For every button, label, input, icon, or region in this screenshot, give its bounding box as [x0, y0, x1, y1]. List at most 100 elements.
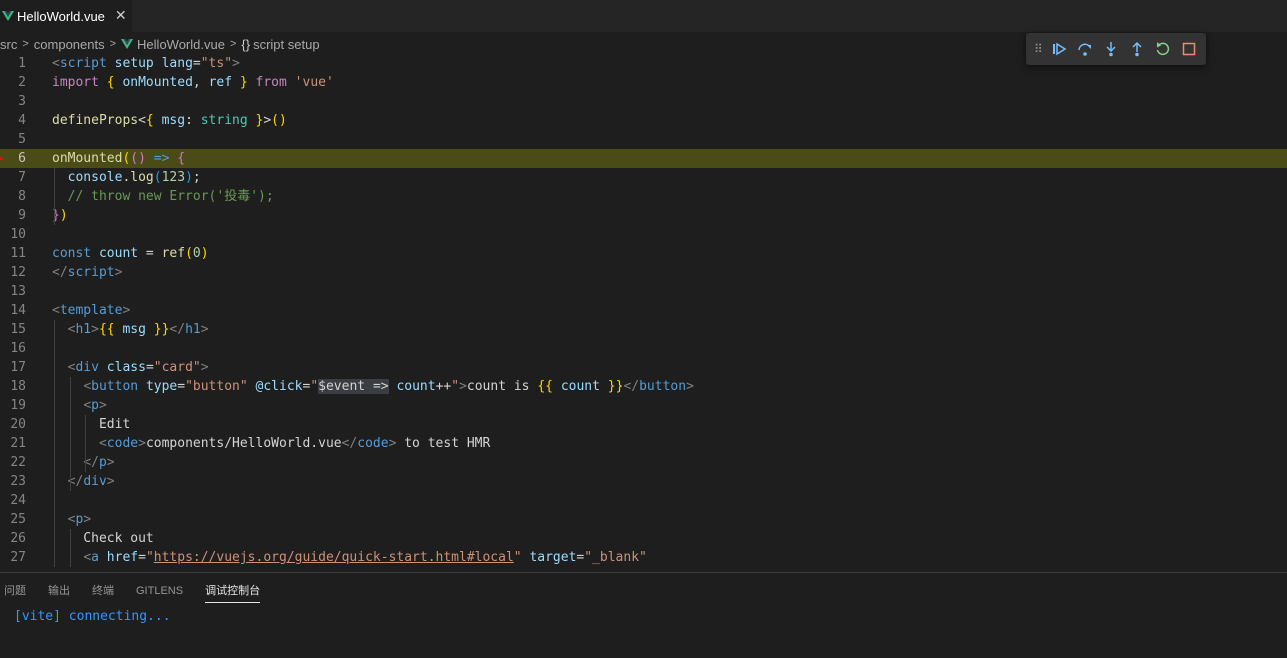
code-token: " — [451, 379, 460, 394]
code-line[interactable]: 17 <div class="card"> — [0, 358, 1287, 377]
code-token: Check out — [52, 531, 154, 546]
code-token: defineProps — [52, 113, 139, 128]
code-token: h1 — [185, 322, 201, 337]
code-line[interactable]: 12 </script> — [0, 263, 1287, 282]
code-line[interactable]: 20 Edit — [0, 415, 1287, 434]
code-line[interactable]: 8 // throw new Error('投毒'); — [0, 187, 1287, 206]
code-text: Check out — [52, 529, 154, 548]
line-number: 5 — [18, 132, 26, 147]
line-number: 12 — [10, 265, 26, 280]
code-line[interactable]: 1 <script setup lang="ts"> — [0, 54, 1287, 73]
code-editor[interactable]: 1 <script setup lang="ts"> 2 import { onMou… — [0, 54, 1287, 572]
code-token: > — [114, 265, 123, 280]
code-text: <div class="card"> — [52, 358, 209, 377]
code-token: > — [232, 56, 240, 71]
code-token: < — [52, 303, 60, 318]
code-line[interactable]: 15 <h1>{{ msg }}</h1> — [0, 320, 1287, 339]
code-token: count — [396, 379, 436, 394]
close-icon[interactable]: ✕ — [115, 8, 127, 24]
code-token: = — [145, 360, 154, 375]
code-line[interactable]: 13 — [0, 282, 1287, 301]
line-number: 21 — [10, 436, 26, 451]
code-line[interactable]: 5 — [0, 130, 1287, 149]
code-line[interactable]: 11 const count = ref(0) — [0, 244, 1287, 263]
code-text: <code>components/HelloWorld.vue</code> t… — [52, 434, 490, 453]
code-token: = — [138, 550, 146, 565]
code-token: { — [177, 151, 186, 166]
code-token: }} — [607, 379, 624, 394]
tab-gitlens[interactable]: GITLENS — [136, 573, 183, 605]
code-token: p — [98, 455, 107, 470]
code-token: < — [98, 436, 107, 451]
code-token: {{ — [537, 379, 553, 394]
line-number: 4 — [18, 113, 26, 128]
code-line[interactable]: 3 — [0, 92, 1287, 111]
code-line[interactable]: 21 <code>components/HelloWorld.vue</code… — [0, 434, 1287, 453]
tab-terminal[interactable]: 终端 — [92, 573, 114, 605]
code-text: onMounted(() => { — [52, 149, 185, 168]
code-line[interactable]: 22 </p> — [0, 453, 1287, 472]
indent-guide — [54, 320, 55, 567]
line-number: 20 — [10, 417, 26, 432]
code-token: > — [122, 303, 131, 318]
code-line[interactable]: 2 import { onMounted, ref } from 'vue' — [0, 73, 1287, 92]
code-token: " — [513, 550, 522, 565]
code-text: <template> — [52, 301, 130, 320]
code-token: 0 — [192, 246, 201, 261]
code-line[interactable]: 4 defineProps<{ msg: string }>() — [0, 111, 1287, 130]
line-number: 16 — [10, 341, 26, 356]
breadcrumb-file[interactable]: HelloWorld.vue — [137, 37, 225, 52]
line-number: 11 — [10, 246, 26, 261]
line-number: 2 — [18, 75, 26, 90]
indent-guide — [69, 529, 71, 567]
breadcrumb-components[interactable]: components — [34, 37, 105, 52]
code-line[interactable]: 7 console.log(123); — [0, 168, 1287, 187]
code-line[interactable]: 16 — [0, 339, 1287, 358]
code-line[interactable]: 14 <template> — [0, 301, 1287, 320]
code-token: , — [192, 75, 209, 90]
tab-helloworld-vue[interactable]: HelloWorld.vue ✕ — [0, 0, 132, 32]
code-line[interactable]: 23 </div> — [0, 472, 1287, 491]
tab-output[interactable]: 输出 — [48, 573, 70, 605]
code-token: template — [59, 303, 123, 318]
chevron-right-icon: > — [109, 38, 117, 50]
code-text: <p> — [52, 396, 106, 415]
code-token: onMounted — [122, 75, 193, 90]
code-token: < — [52, 56, 60, 71]
breadcrumb-symbol[interactable]: script setup — [253, 37, 319, 52]
code-text: defineProps<{ msg: string }>() — [52, 111, 287, 130]
code-line[interactable]: 26 Check out — [0, 529, 1287, 548]
code-line[interactable]: 19 <p> — [0, 396, 1287, 415]
indent-guide — [54, 168, 55, 225]
indent-guide — [85, 415, 87, 472]
tab-debug-console[interactable]: 调试控制台 — [205, 573, 261, 605]
code-token: a — [91, 550, 99, 565]
code-line[interactable]: 24 — [0, 491, 1287, 510]
code-line[interactable]: 6 onMounted(() => { — [0, 149, 1287, 168]
chevron-right-icon: > — [229, 38, 237, 50]
breadcrumb-src[interactable]: src — [0, 37, 17, 52]
code-token: " — [310, 379, 319, 394]
tab-problems[interactable]: 问题 — [4, 573, 26, 605]
code-token: = — [138, 246, 162, 261]
code-token: < — [138, 113, 146, 128]
code-token: ref — [161, 246, 186, 261]
code-token: button — [639, 379, 687, 394]
code-token: count is — [466, 379, 538, 394]
line-number: 27 — [10, 550, 26, 565]
code-line[interactable]: 25 <p> — [0, 510, 1287, 529]
code-line[interactable]: 27 <a href="https://vuejs.org/guide/quic… — [0, 548, 1287, 567]
code-token: href — [106, 550, 139, 565]
code-token: </ — [341, 436, 358, 451]
code-line[interactable]: 9}) — [0, 206, 1287, 225]
code-line[interactable]: 10 — [0, 225, 1287, 244]
code-line[interactable]: 18 <button type="button" @click="$event … — [0, 377, 1287, 396]
